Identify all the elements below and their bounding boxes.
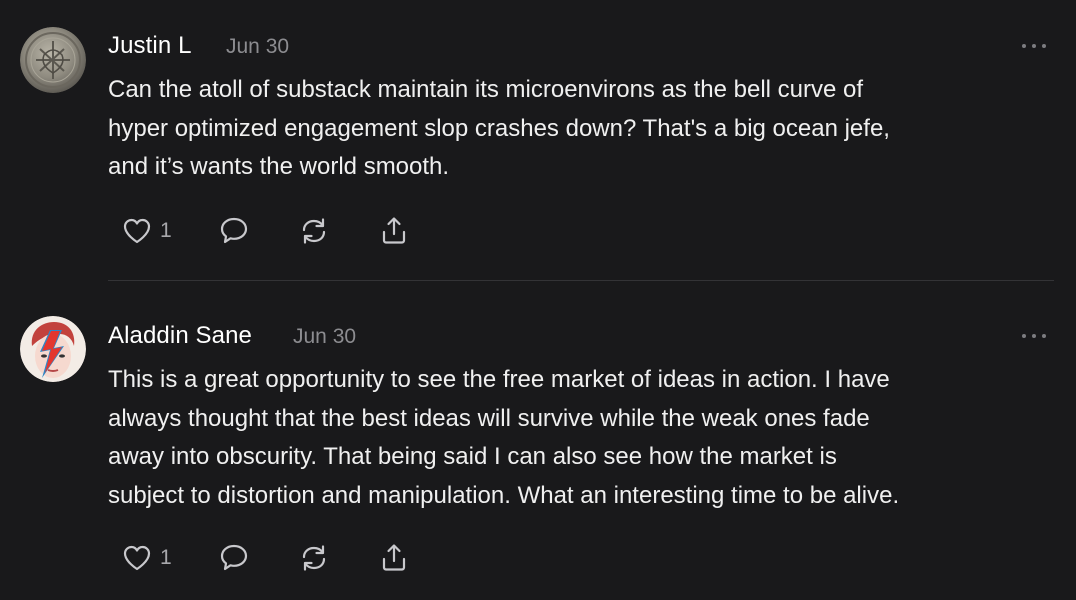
avatar[interactable]	[20, 316, 86, 382]
lightning-face-avatar-icon	[20, 316, 86, 382]
coin-avatar-icon	[20, 27, 86, 93]
like-button[interactable]: 1	[122, 540, 172, 576]
restack-button[interactable]	[298, 540, 330, 576]
restack-button[interactable]	[298, 213, 330, 249]
comment-body-line: This is a great opportunity to see the f…	[108, 366, 890, 393]
comment-author[interactable]: Aladdin Sane	[108, 322, 252, 350]
like-button[interactable]: 1	[122, 213, 172, 249]
comment-body-line: subject to distortion and manipulation. …	[108, 481, 900, 509]
share-icon	[382, 544, 406, 571]
share-button[interactable]	[378, 540, 410, 576]
more-options-icon[interactable]	[1022, 332, 1046, 340]
comment-bubble-icon	[220, 217, 248, 244]
comment-body-line: Can the atoll of substack maintain its m…	[108, 76, 864, 103]
restack-icon	[302, 218, 326, 244]
comment-bubble-icon	[220, 544, 248, 571]
reply-button[interactable]	[218, 213, 250, 249]
heart-icon	[123, 545, 151, 571]
comment-body-line: always thought that the best ideas will …	[108, 404, 870, 432]
comment-date[interactable]: Jun 30	[293, 325, 356, 349]
share-icon	[382, 217, 406, 244]
more-options-icon[interactable]	[1022, 42, 1046, 50]
comment: Justin L Jun 30 Can the atoll of substac…	[0, 0, 1076, 280]
share-button[interactable]	[378, 213, 410, 249]
comment-body: Can the atoll of substack maintain its m…	[108, 71, 1048, 187]
comment-author[interactable]: Justin L	[108, 32, 192, 60]
reply-button[interactable]	[218, 540, 250, 576]
heart-icon	[123, 218, 151, 244]
restack-icon	[302, 545, 326, 571]
comment-body-line: hyper optimized engagement slop crashes …	[108, 114, 890, 142]
comment-date[interactable]: Jun 30	[226, 35, 289, 59]
like-count: 1	[160, 546, 172, 569]
comment-body-line: away into obscurity. That being said I c…	[108, 443, 837, 470]
comment-body: This is a great opportunity to see the f…	[108, 361, 1048, 515]
comment: Aladdin Sane Jun 30 This is a great oppo…	[0, 281, 1076, 600]
like-count: 1	[160, 219, 172, 242]
comment-body-line: and it’s wants the world smooth.	[108, 153, 450, 180]
avatar[interactable]	[20, 27, 86, 93]
